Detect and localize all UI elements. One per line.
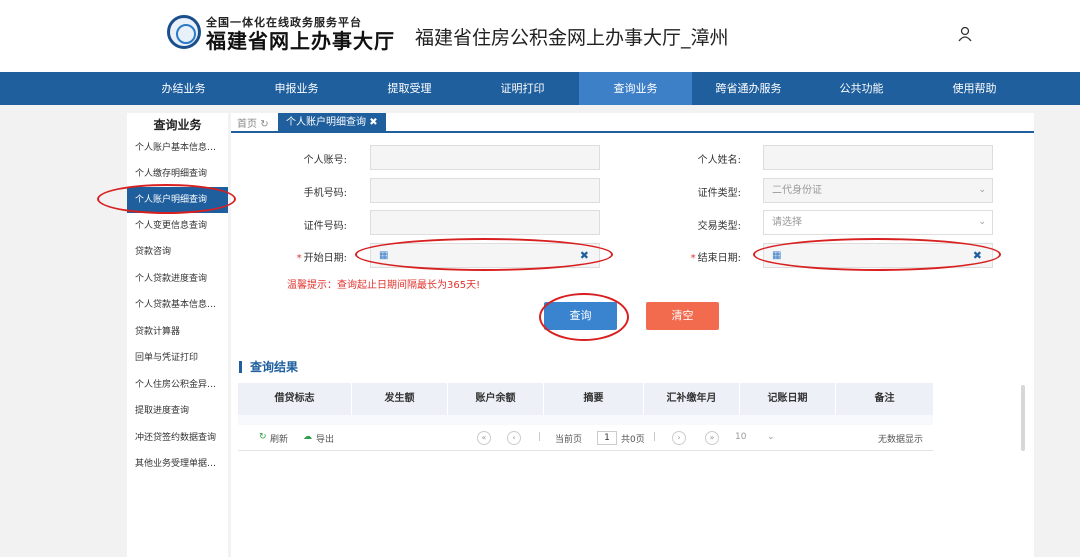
col-amount[interactable]: 发生额 — [352, 383, 448, 415]
sidebar-item-other-receipts[interactable]: 其他业务受理单据… — [127, 451, 228, 477]
start-date-annotation — [355, 238, 613, 271]
col-remark[interactable]: 备注 — [836, 383, 933, 415]
sidebar-item-repay-sign[interactable]: 冲还贷签约数据查询 — [127, 425, 228, 451]
start-date-label-text: 开始日期: — [303, 253, 347, 264]
pager-divider: | — [653, 432, 657, 442]
nav-item-query[interactable]: 查询业务 — [579, 72, 692, 105]
start-date-label: * 开始日期: — [247, 249, 347, 264]
phone-label: 手机号码: — [303, 188, 347, 199]
platform-emblem-icon — [167, 15, 201, 49]
refresh-icon[interactable]: ↻ — [260, 119, 268, 130]
trade-type-label: 交易类型: — [697, 221, 741, 232]
close-icon[interactable]: ✖ — [369, 117, 377, 128]
main-nav: 办结业务 申报业务 提取受理 证明打印 查询业务 跨省通办服务 公共功能 使用帮… — [0, 72, 1080, 105]
sidebar-item-annotation — [97, 184, 236, 214]
nav-item-completed[interactable]: 办结业务 — [127, 72, 240, 105]
results-table-header: 借贷标志 发生额 账户余额 摘要 汇补缴年月 记账日期 备注 — [238, 383, 933, 415]
results-table-body — [238, 415, 933, 425]
sidebar-item-account-info[interactable]: 个人账户基本信息… — [127, 135, 228, 161]
sidebar-item-loan-info[interactable]: 个人贷款基本信息… — [127, 292, 228, 318]
sidebar-item-loan-calculator[interactable]: 贷款计算器 — [127, 319, 228, 345]
refresh-button[interactable]: 刷新 — [270, 432, 288, 445]
end-date-annotation — [753, 238, 1001, 271]
sidebar-item-loan-consult[interactable]: 贷款咨询 — [127, 239, 228, 265]
id-type-select[interactable]: 二代身份证 ⌄ — [763, 178, 993, 203]
required-mark: * — [690, 253, 696, 264]
sidebar-title: 查询业务 — [153, 118, 202, 132]
name-input[interactable] — [763, 145, 993, 170]
nav-item-certificate[interactable]: 证明打印 — [466, 72, 579, 105]
col-debit-credit[interactable]: 借贷标志 — [238, 383, 352, 415]
nav-item-cross-province[interactable]: 跨省通办服务 — [692, 72, 805, 105]
col-period[interactable]: 汇补缴年月 — [644, 383, 740, 415]
phone-input[interactable] — [370, 178, 600, 203]
col-summary[interactable]: 摘要 — [544, 383, 644, 415]
export-button[interactable]: 导出 — [316, 432, 334, 445]
tab-home-label: 首页 — [237, 119, 257, 130]
query-tip: 温馨提示：查询起止日期间隔最长为365天! — [287, 280, 481, 291]
refresh-icon[interactable]: ↻ — [259, 432, 267, 442]
name-label: 个人姓名: — [697, 155, 741, 166]
end-date-label-text: 结束日期: — [697, 253, 741, 264]
prev-page-icon[interactable]: ‹ — [507, 431, 521, 445]
required-mark: * — [296, 253, 302, 264]
current-page-input[interactable]: 1 — [597, 431, 617, 445]
page-size-select[interactable]: 10 — [735, 432, 746, 442]
sidebar: 查询业务 个人账户基本信息… 个人缴存明细查询 个人账户明细查询 个人变更信息查… — [127, 113, 228, 557]
end-date-label: * 结束日期: — [641, 249, 741, 264]
nav-item-public[interactable]: 公共功能 — [805, 72, 918, 105]
nav-item-help[interactable]: 使用帮助 — [918, 72, 1031, 105]
trade-type-select[interactable]: 请选择 ⌄ — [763, 210, 993, 235]
upload-icon[interactable]: ☁ — [303, 432, 312, 442]
nav-item-withdraw[interactable]: 提取受理 — [353, 72, 466, 105]
account-label: 个人账号: — [303, 155, 347, 166]
tab-label: 个人账户明细查询 — [286, 117, 366, 128]
sidebar-item-withdraw-progress[interactable]: 提取进度查询 — [127, 398, 228, 424]
account-input[interactable] — [370, 145, 600, 170]
portal-name: 福建省网上办事大厅 — [206, 29, 395, 53]
nav-item-apply[interactable]: 申报业务 — [240, 72, 353, 105]
scrollbar[interactable] — [1021, 385, 1025, 451]
chevron-down-icon[interactable]: ⌄ — [767, 432, 775, 442]
sidebar-item-loan-progress[interactable]: 个人贷款进度查询 — [127, 266, 228, 292]
col-post-date[interactable]: 记账日期 — [740, 383, 836, 415]
sidebar-item-receipt-print[interactable]: 回单与凭证打印 — [127, 345, 228, 371]
user-icon[interactable] — [958, 26, 972, 42]
id-type-label: 证件类型: — [697, 188, 741, 199]
chevron-down-icon: ⌄ — [978, 185, 986, 195]
id-no-label: 证件号码: — [303, 221, 347, 232]
sidebar-item-deposit-detail[interactable]: 个人缴存明细查询 — [127, 161, 228, 187]
site-title: 福建省住房公积金网上办事大厅_漳州 — [415, 27, 729, 49]
no-data-text: 无数据显示 — [878, 435, 924, 445]
clear-button[interactable]: 清空 — [646, 302, 719, 330]
query-button-annotation — [539, 293, 629, 341]
last-page-icon[interactable]: » — [705, 431, 719, 445]
tab-bar: 首页 ↻ 个人账户明细查询 ✖ — [231, 113, 1034, 133]
current-page-label: 当前页 — [555, 435, 583, 445]
sidebar-item-change-info[interactable]: 个人变更信息查询 — [127, 213, 228, 239]
header: 全国一体化在线政务服务平台 福建省网上办事大厅 福建省住房公积金网上办事大厅_漳… — [0, 0, 1080, 72]
id-no-input[interactable] — [370, 210, 600, 235]
col-balance[interactable]: 账户余额 — [448, 383, 544, 415]
pager-divider: | — [538, 432, 542, 442]
tab-account-detail[interactable]: 个人账户明细查询 ✖ — [278, 113, 386, 133]
pager: ↻ 刷新 ☁ 导出 « ‹ | 当前页 1 共0页 | › » 10 ⌄ 无数据… — [238, 425, 933, 451]
chevron-down-icon: ⌄ — [978, 217, 986, 227]
main-panel: 首页 ↻ 个人账户明细查询 ✖ 个人账号: 个人姓名: 手机号码: 证件类型: … — [231, 113, 1034, 557]
next-page-icon[interactable]: › — [672, 431, 686, 445]
first-page-icon[interactable]: « — [477, 431, 491, 445]
trade-type-placeholder: 请选择 — [772, 217, 802, 228]
id-type-value: 二代身份证 — [772, 185, 822, 196]
results-title: 查询结果 — [239, 361, 298, 373]
sidebar-item-transfer[interactable]: 个人住房公积金异… — [127, 372, 228, 398]
tab-home[interactable]: 首页 ↻ — [237, 115, 269, 130]
total-pages: 共0页 — [621, 435, 645, 445]
